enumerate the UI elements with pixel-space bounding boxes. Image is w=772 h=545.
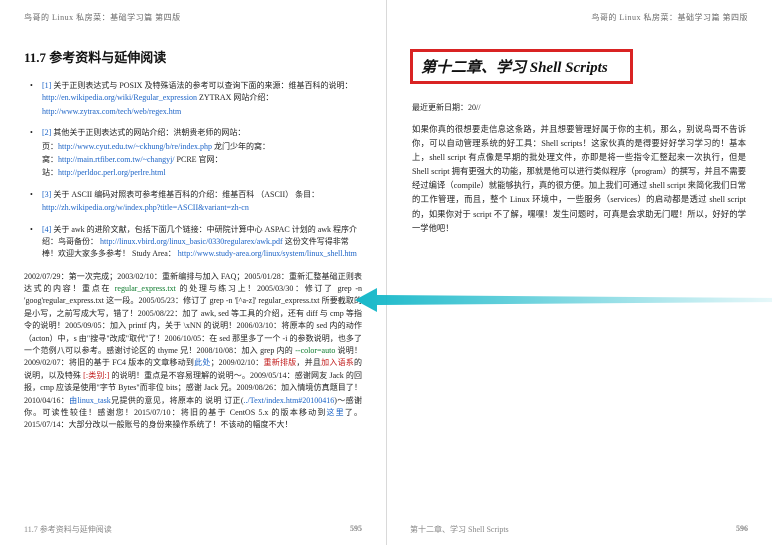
ref-link[interactable]: http://www.zytrax.com/tech/web/regex.htm — [42, 107, 181, 116]
footer-title: 第十二章、学习 Shell Scripts — [410, 524, 509, 535]
chapter-title: 第十二章、学习 Shell Scripts — [421, 60, 608, 76]
page-footer-left: 11.7 参考资料与延伸阅读 595 — [24, 520, 362, 535]
ref-text: ZYTRAX 网站介绍： — [199, 93, 273, 102]
reference-item: [2] 其他关于正则表达式的网站介绍：洪朝贵老师的网站： 页：http://ww… — [30, 127, 362, 180]
page-footer-right: 第十二章、学习 Shell Scripts 596 — [410, 520, 748, 535]
reference-list: [1] 关于正则表达式与 POSIX 及特殊语法的参考可以查询下面的来源：维基百… — [30, 80, 362, 261]
changelog-text: 2002/07/29：第一次完成；2003/02/10：重新编排与加入 FAQ；… — [24, 271, 362, 432]
ref-number: [2] — [42, 128, 51, 137]
chapter-intro: 如果你真的很想要走信息这条路，并且想要管理好属于你的主机，那么，别说鸟哥不告诉你… — [410, 123, 748, 236]
page-left: 鸟哥的 Linux 私房菜：基础学习篇 第四版 11.7 参考资料与延伸阅读 [… — [0, 0, 386, 545]
footer-title: 11.7 参考资料与延伸阅读 — [24, 524, 112, 535]
footer-page-number: 595 — [350, 524, 362, 535]
ref-text: 龙门少年的窝： — [212, 142, 270, 151]
ref-link[interactable]: http://perldoc.perl.org/perlre.html — [58, 168, 166, 177]
reference-item: [1] 关于正则表达式与 POSIX 及特殊语法的参考可以查询下面的来源：维基百… — [30, 80, 362, 118]
last-updated: 最近更新日期：20// — [412, 102, 748, 113]
running-header-left: 鸟哥的 Linux 私房菜：基础学习篇 第四版 — [24, 12, 362, 29]
ref-text: 关于正则表达式与 POSIX 及特殊语法的参考可以查询下面的来源：维基百科的说明… — [53, 81, 352, 90]
ref-link[interactable]: http://www.study-area.org/linux/system/l… — [178, 249, 357, 258]
ref-link[interactable]: http://main.rtfiber.com.tw/~changyj/ — [58, 155, 175, 164]
ref-number: [1] — [42, 81, 51, 90]
footer-page-number: 596 — [736, 524, 748, 535]
running-header-right: 鸟哥的 Linux 私房菜：基础学习篇 第四版 — [410, 12, 748, 29]
ref-number: [4] — [42, 225, 51, 234]
ref-text: 其他关于正则表达式的网站介绍：洪朝贵老师的网站： — [53, 128, 245, 137]
ref-link[interactable]: http://www.cyut.edu.tw/~ckhung/b/re/inde… — [58, 142, 212, 151]
ref-number: [3] — [42, 190, 51, 199]
reference-item: [3] 关于 ASCII 编码对照表可参考维基百科的介绍：维基百科 （ASCII… — [30, 189, 362, 215]
chapter-title-box: 第十二章、学习 Shell Scripts — [410, 49, 633, 84]
ref-text: 关于 ASCII 编码对照表可参考维基百科的介绍：维基百科 （ASCII） 条目… — [53, 190, 319, 199]
section-title: 11.7 参考资料与延伸阅读 — [24, 47, 362, 66]
ref-text: PCRE 官网： — [175, 155, 223, 164]
page-right: 鸟哥的 Linux 私房菜：基础学习篇 第四版 第十二章、学习 Shell Sc… — [386, 0, 772, 545]
ref-link[interactable]: http://linux.vbird.org/linux_basic/0330r… — [100, 237, 283, 246]
updated-label: 最近更新日期： — [412, 103, 468, 112]
ref-link[interactable]: http://en.wikipedia.org/wiki/Regular_exp… — [42, 93, 197, 102]
ref-link[interactable]: http://zh.wikipedia.org/w/index.php?titl… — [42, 203, 249, 212]
updated-value: 20// — [468, 103, 480, 112]
reference-item: [4] 关于 awk 的进阶文献，包括下面几个链接：中研院计算中心 ASPAC … — [30, 224, 362, 261]
